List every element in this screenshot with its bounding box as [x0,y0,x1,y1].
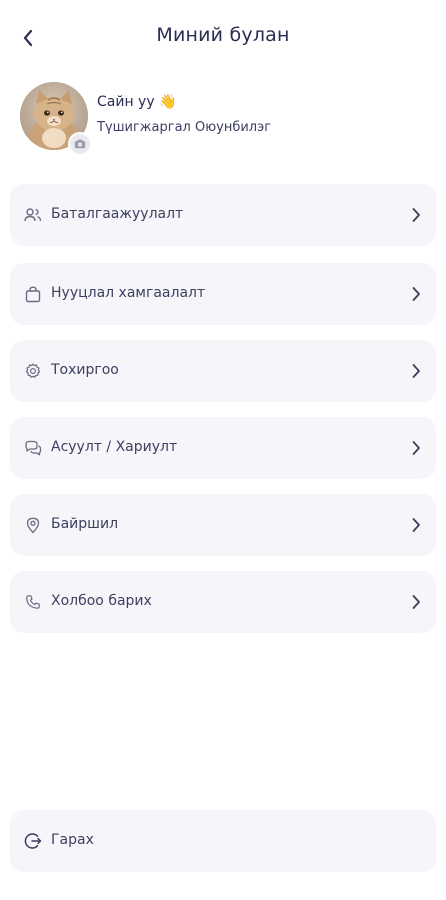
menu-item-settings[interactable]: Тохиргоо [10,340,436,402]
shopping-bag-icon [24,285,42,303]
menu-item-faq[interactable]: Асуулт / Хариулт [10,417,436,479]
chevron-right-icon [408,516,424,534]
menu-item-verification[interactable]: Баталгаажуулалт [10,184,436,246]
logout-icon [24,832,42,850]
greeting-text: Сайн уу 👋 [97,94,177,110]
logout-button[interactable]: Гарах [10,810,436,872]
menu-item-label: Байршил [51,516,119,532]
chevron-right-icon [408,439,424,457]
camera-icon [74,139,86,149]
menu-item-label: Асуулт / Хариулт [51,439,178,455]
menu-item-label: Баталгаажуулалт [51,206,184,222]
menu-item-label: Нууцлал хамгаалалт [51,285,206,301]
page-title: Миний булан [156,24,290,46]
menu-item-contact[interactable]: Холбоо барих [10,571,436,633]
menu-item-location[interactable]: Байршил [10,494,436,556]
chevron-right-icon [408,593,424,611]
wave-emoji: 👋 [159,94,177,110]
chevron-right-icon [408,362,424,380]
location-pin-icon [24,516,42,534]
menu-item-privacy[interactable]: Нууцлал хамгаалалт [10,263,436,325]
greeting-label: Сайн уу [97,94,155,110]
menu-item-label: Тохиргоо [51,362,119,378]
chevron-right-icon [408,206,424,224]
profile-section: Сайн уу 👋 Түшигжаргал Оюунбилэг [20,82,430,156]
change-photo-button[interactable] [68,132,92,156]
users-icon [24,206,42,224]
user-name: Түшигжаргал Оюунбилэг [97,120,272,135]
phone-icon [24,593,42,611]
chevron-right-icon [408,285,424,303]
logout-label: Гарах [51,832,94,848]
gear-icon [24,362,42,380]
menu-item-label: Холбоо барих [51,593,152,609]
top-bar: Миний булан [0,0,446,74]
chat-bubbles-icon [24,439,42,457]
